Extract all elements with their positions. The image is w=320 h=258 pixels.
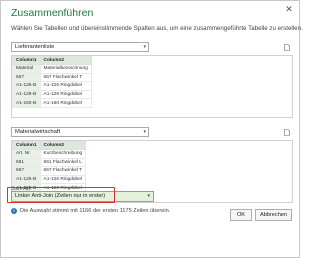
table-cell: 667 Flachwinkel T: [39, 166, 87, 176]
document-icon[interactable]: [284, 44, 290, 51]
table-row: Art. Nr. Kurzbeschreibung: [12, 149, 87, 159]
table-cell: 661: [12, 157, 41, 168]
dialog-title: Zusammenführen: [11, 7, 94, 19]
ok-button[interactable]: OK: [230, 209, 252, 221]
table-cell: A1-126 Ringdübel: [39, 81, 92, 91]
chevron-down-icon: ▾: [143, 44, 146, 50]
table-cell: A1-160-B: [12, 98, 41, 108]
table-cell: Kurzbeschreibung: [39, 149, 87, 159]
table-cell: Materialbezeichnung: [39, 64, 92, 74]
second-table-selected: Materialwirtschaft: [15, 129, 61, 135]
second-table-dropdown[interactable]: Materialwirtschaft ▾: [11, 127, 149, 137]
table-cell: 667: [12, 166, 41, 176]
table-row: Material Materialbezeichnung: [12, 64, 92, 74]
info-icon: i: [11, 208, 17, 214]
column-header[interactable]: Column2: [39, 56, 92, 65]
table-cell: A1-128 Ringdübel: [39, 89, 92, 100]
merge-dialog: ✕ Zusammenführen Wählen Sie Tabellen und…: [0, 0, 303, 258]
table-cell: Material: [12, 64, 41, 74]
match-info: i Die Auswahl stimmt mit 1166 der ersten…: [11, 208, 170, 214]
highlight-annotation: [7, 187, 115, 203]
table-cell: 661 Flachwinkel L: [39, 157, 87, 168]
column-header[interactable]: Column1: [12, 56, 41, 65]
table-cell: A1-126-B: [12, 174, 41, 185]
first-table-selected: Lieferantenliste: [15, 44, 55, 50]
first-table-dropdown[interactable]: Lieferantenliste ▾: [11, 42, 149, 52]
table-cell: Art. Nr.: [12, 149, 41, 159]
table-row: A1-160-B A1-160 Ringdübel: [12, 98, 92, 108]
table-cell: A1-126 Ringdübel: [39, 174, 87, 185]
table-row: A1-126-B A1-126 Ringdübel: [12, 174, 87, 185]
table-row: 661 661 Flachwinkel L: [12, 157, 87, 168]
close-button[interactable]: ✕: [284, 4, 294, 14]
table-cell: 667 Flachwinkel T: [39, 72, 92, 83]
chevron-down-icon: ▾: [143, 129, 146, 135]
dialog-description: Wählen Sie Tabellen und übereinstimmende…: [11, 25, 303, 32]
table-row: A1-126-B A1-126 Ringdübel: [12, 81, 92, 91]
table-cell: A1-126-B: [12, 81, 41, 91]
column-header[interactable]: Column2: [39, 141, 87, 150]
first-table-preview: Column1 Column2 Material Materialbezeich…: [12, 56, 92, 108]
chevron-down-icon: ▾: [147, 193, 150, 199]
table-row: A1-128-B A1-128 Ringdübel: [12, 89, 92, 100]
cancel-button[interactable]: Abbrechen: [255, 209, 292, 221]
document-icon[interactable]: [284, 129, 290, 136]
table-row: 667 667 Flachwinkel T: [12, 72, 92, 83]
column-header[interactable]: Column1: [12, 141, 41, 150]
table-cell: 667: [12, 72, 41, 83]
table-cell: A1-128-B: [12, 89, 41, 100]
table-row: 667 667 Flachwinkel T: [12, 166, 87, 176]
match-info-text: Die Auswahl stimmt mit 1166 der ersten 1…: [20, 208, 171, 214]
table-cell: A1-160 Ringdübel: [39, 98, 92, 108]
